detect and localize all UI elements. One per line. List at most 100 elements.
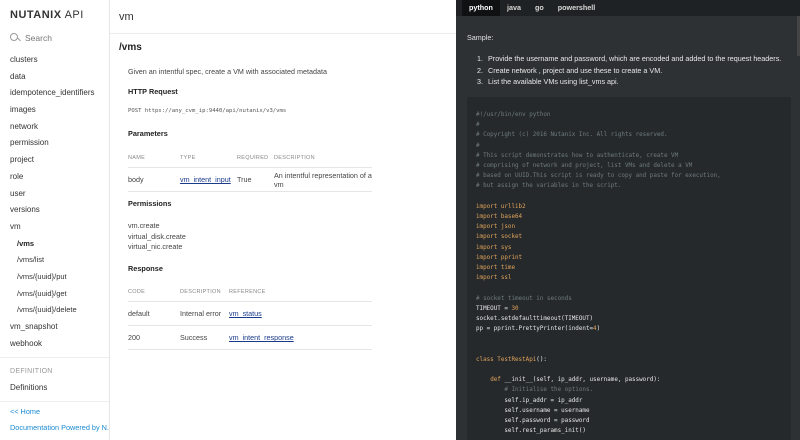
response-reference-link[interactable]: vm_status [229, 309, 372, 318]
tab-go[interactable]: go [528, 0, 551, 16]
sidebar: NUTANIX API clustersdataidempotence_iden… [0, 0, 110, 440]
code-keyword: import [476, 214, 498, 221]
code-line: # [476, 120, 721, 130]
code-number: 30 [511, 305, 519, 312]
tab-powershell[interactable]: powershell [551, 0, 603, 16]
nav-separator [0, 401, 109, 403]
sidebar-item-permission[interactable]: permission [0, 135, 109, 152]
code-module: sys [500, 244, 512, 251]
step-number: 3. [477, 77, 483, 86]
response-header-cell: DESCRIPTION [180, 289, 221, 295]
code-module: ssl [500, 275, 512, 282]
sidebar-subitem[interactable]: /vms/list [0, 252, 109, 269]
table-cell: body [128, 175, 144, 184]
code-keyword: import [476, 203, 498, 210]
sample-step: 3. List the available VMs using list_vms … [477, 76, 781, 88]
endpoint-description: Given an intentful spec, create a VM wit… [128, 67, 327, 76]
sidebar-item-definitions[interactable]: Definitions [0, 380, 109, 397]
tab-python[interactable]: python [462, 0, 500, 16]
sidebar-item-images[interactable]: images [0, 102, 109, 119]
code-classname: TestRestApi [497, 356, 537, 363]
response-reference-link[interactable]: vm_intent_response [229, 333, 372, 342]
response-header-cell: CODE [128, 289, 146, 295]
search-bar[interactable] [0, 30, 109, 46]
code-comment: # This script demonstrates how to authen… [476, 152, 679, 159]
sidebar-item-webhook[interactable]: webhook [0, 336, 109, 353]
main-content: vm /vms Given an intentful spec, create … [110, 0, 456, 440]
param-type-link[interactable]: vm_intent_input [180, 175, 237, 184]
sidebar-item-data[interactable]: data [0, 69, 109, 86]
powered-by-link[interactable]: Documentation Powered by N... [0, 420, 109, 436]
code-keyword: import [476, 254, 498, 261]
parameters-header-cell: REQUIRED [237, 155, 269, 161]
code-keyword: class [476, 356, 494, 363]
code-module: time [500, 265, 516, 272]
parameters-table: NAME TYPE REQUIRED DESCRIPTION body vm_intent… [128, 155, 372, 192]
code-line: self.username = username [476, 407, 590, 414]
search-icon [10, 33, 20, 43]
code-comment: # Initialise the options. [476, 387, 594, 394]
code-panel: python java go powershell Sample: 1. Provide… [456, 0, 800, 440]
http-request-code: POST https://any_cvm_ip:9440/api/nutanix… [128, 108, 287, 114]
permissions-list: vm.create virtual_disk.create virtual_nic.… [128, 221, 186, 253]
code-text: #!/usr/bin/env python # # Copyright (c) 20… [476, 110, 721, 437]
language-tabs: python java go powershell [456, 0, 800, 16]
endpoint-path: /vms [119, 42, 142, 53]
logo: NUTANIX API [0, 0, 109, 30]
sidebar-subitem[interactable]: /vms/{uuid}/delete [0, 302, 109, 319]
code-block: #!/usr/bin/env python # # Copyright (c) 20… [467, 97, 791, 440]
code-line: self.password = password [476, 418, 590, 425]
sidebar-item-role[interactable]: role [0, 169, 109, 186]
table-row: 200 Success vm_intent_response [128, 326, 372, 350]
parameters-header-cell: NAME [128, 155, 146, 161]
code-module: urllib2 [500, 203, 526, 210]
table-cell: Internal error [180, 309, 222, 318]
sidebar-item-clusters[interactable]: clusters [0, 52, 109, 69]
search-input[interactable] [25, 33, 105, 43]
sidebar-item-project[interactable]: project [0, 152, 109, 169]
code-line: import socket [476, 232, 721, 242]
sidebar-item-vm-snapshot[interactable]: vm_snapshot [0, 319, 109, 336]
table-cell: Success [180, 333, 208, 342]
step-number: 1. [477, 54, 483, 63]
sample-step: 2. Create network , project and use these… [477, 65, 781, 77]
home-link[interactable]: << Home [0, 404, 109, 420]
code-keyword: import [476, 275, 498, 282]
code-comment: # [476, 122, 480, 129]
logo-api: API [64, 9, 84, 21]
code-number: 4 [593, 326, 597, 333]
sidebar-item-idempotence-identifiers[interactable]: idempotence_identifiers [0, 85, 109, 102]
code-comment: # [476, 142, 480, 149]
step-number: 2. [477, 65, 483, 75]
code-comment: # based on UUID.This script is ready to … [476, 173, 721, 180]
code-line: # This script demonstrates how to authen… [476, 151, 721, 161]
sidebar-subitem[interactable]: /vms/{uuid}/put [0, 269, 109, 286]
code-keyword: import [476, 224, 498, 231]
sample-steps: 1. Provide the username and password, whi… [477, 53, 781, 88]
page-title: vm [110, 0, 456, 34]
code-module: pprint [500, 254, 523, 261]
code-module: socket [500, 234, 523, 241]
code-line: # comprising of network and project, lis… [476, 161, 721, 171]
logo-brand: NUTANIX [10, 9, 62, 21]
code-keyword: import [476, 265, 498, 272]
sidebar-item-network[interactable]: network [0, 119, 109, 136]
code-line: # Initialise the options. [476, 385, 721, 395]
code-line: self.rest_params_init() [476, 428, 586, 435]
sidebar-item-user[interactable]: user [0, 186, 109, 203]
sidebar-item-vm[interactable]: vm [0, 219, 109, 236]
step-text: List the available VMs using list_vms ap… [488, 77, 619, 86]
sidebar-item-versions[interactable]: versions [0, 202, 109, 219]
sidebar-subitem[interactable]: /vms/{uuid}/get [0, 286, 109, 303]
table-cell: An intentful representation of a vm [274, 170, 372, 189]
code-line: import sys [476, 243, 721, 253]
sidebar-subitem[interactable]: /vms [0, 236, 109, 253]
tab-java[interactable]: java [500, 0, 528, 16]
code-line: import pprint [476, 253, 721, 263]
code-line: import urllib2 [476, 202, 721, 212]
step-text: Provide the username and password, which… [488, 54, 782, 63]
